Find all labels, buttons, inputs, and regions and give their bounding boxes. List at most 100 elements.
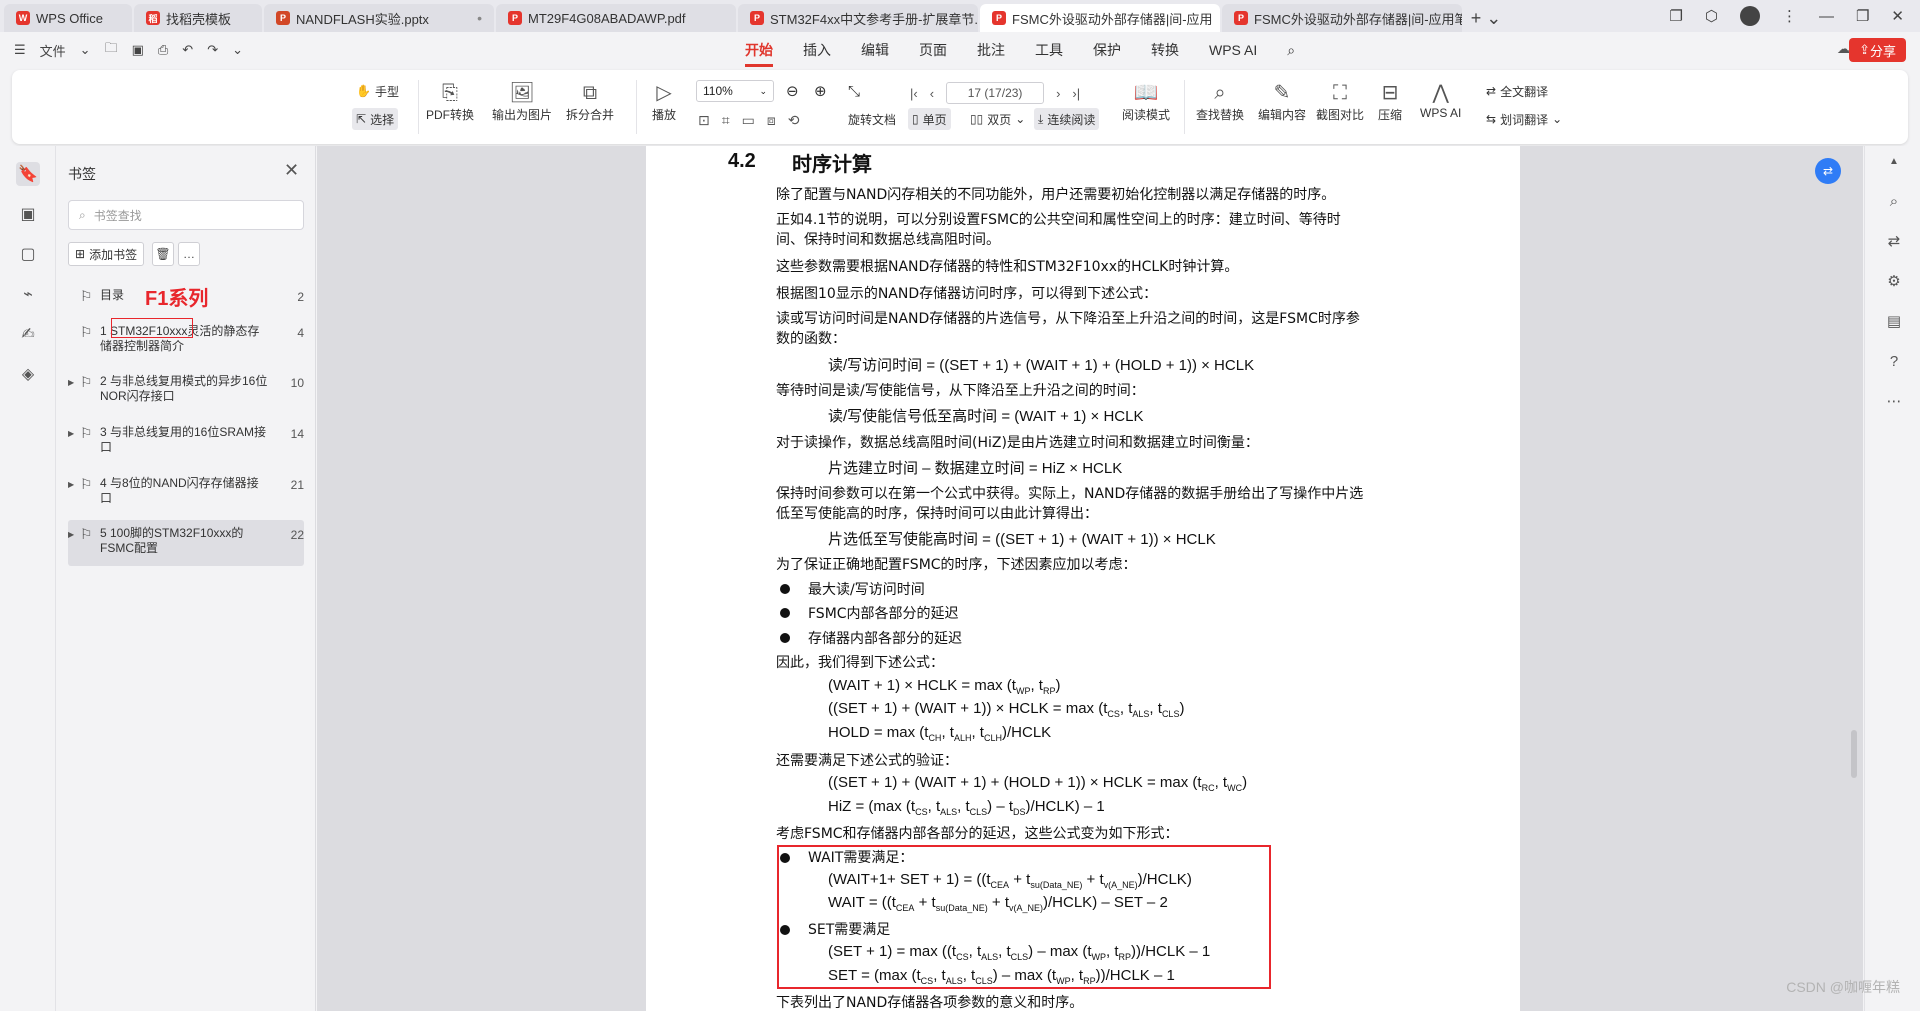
tab-pptx[interactable]: P NANDFLASH实验.pptx • <box>264 4 494 32</box>
tab-wps-ai[interactable]: WPS AI <box>1209 42 1257 58</box>
tab-comment[interactable]: 批注 <box>977 40 1005 60</box>
undo-icon[interactable]: ↶ <box>182 42 193 58</box>
double-page-button[interactable]: ▯▯ 双页 ⌄ <box>966 108 1029 130</box>
continuous-read-button[interactable]: ⤓ 连续阅读 <box>1034 108 1100 130</box>
floating-tool-button[interactable]: ⇄ <box>1815 158 1841 184</box>
hand-tool[interactable]: ✋ 手型 <box>352 80 403 102</box>
last-page-icon[interactable]: ›| <box>1072 86 1080 101</box>
share-button[interactable]: ⇪ 分享 <box>1849 38 1906 62</box>
bookmark-item[interactable]: ▶ ⚐ 4 与8位的NAND闪存存储器接口 21 <box>68 476 304 506</box>
split-icon: ⧉ <box>582 82 598 104</box>
bookmark-search-input[interactable]: ⌕ 书签查找 <box>68 200 304 230</box>
open-folder-icon[interactable]: 🗀 <box>105 39 118 61</box>
more-icon[interactable]: ⋯ <box>1883 390 1905 412</box>
bookmark-item-selected[interactable]: ▶ ⚐ 5 100脚的STM32F10xxx的FSMC配置 22 <box>68 520 304 566</box>
settings-icon[interactable]: ⚙ <box>1883 270 1905 292</box>
wps-ai-button[interactable]: ⋀ WPS AI <box>1420 80 1461 120</box>
word-translate-button[interactable]: ⇆ 划词翻译 ⌄ <box>1482 108 1566 130</box>
tab-start[interactable]: 开始 <box>745 40 773 67</box>
panel-icon[interactable]: ▤ <box>1883 310 1905 332</box>
scrollbar[interactable] <box>1851 730 1857 778</box>
close-icon[interactable]: ✕ <box>284 160 299 181</box>
signature-icon[interactable]: ✍ <box>16 322 40 346</box>
export-image-button[interactable]: 🖼 输出为图片 <box>492 80 552 123</box>
pdf-convert-button[interactable]: ⎘ PDF转换 <box>426 80 474 123</box>
comment-icon[interactable]: ▢ <box>16 242 40 266</box>
hamburger-icon[interactable]: ☰ <box>14 42 26 58</box>
zoom-in-icon[interactable]: ⊕ <box>810 80 831 102</box>
layout-icon[interactable]: ❐ <box>1669 7 1682 25</box>
more-icon[interactable]: … <box>178 242 200 266</box>
play-button[interactable]: ▷ 播放 <box>652 80 676 123</box>
chevron-down-icon[interactable]: ⌄ <box>232 42 243 58</box>
tab-insert[interactable]: 插入 <box>803 40 831 60</box>
box-icon[interactable]: ⬡ <box>1705 7 1718 25</box>
translate-icon[interactable]: ⇄ <box>1883 230 1905 252</box>
expand-arrow-icon[interactable]: ▶ <box>68 476 80 506</box>
help-icon[interactable]: ? <box>1883 350 1905 372</box>
next-page-icon[interactable]: › <box>1056 86 1060 101</box>
tab-wps-office[interactable]: W WPS Office <box>4 4 132 32</box>
find-replace-button[interactable]: ⌕ 查找替换 <box>1196 80 1244 123</box>
read-mode-button[interactable]: 📖 阅读模式 <box>1122 80 1170 123</box>
add-bookmark-button[interactable]: ⊞ 添加书签 <box>68 242 145 266</box>
thumbnail-icon[interactable]: ▣ <box>16 202 40 226</box>
tab-protect[interactable]: 保护 <box>1093 40 1121 60</box>
scroll-up-icon[interactable]: ▲ <box>1883 150 1905 172</box>
cloud-icon[interactable]: ☁ <box>1837 41 1850 57</box>
zoom-select[interactable]: 110% ⌄ <box>696 80 774 102</box>
tab-pdf-fsmc-active[interactable]: PFSMC外设驱动外部存储器|间-应用✕ <box>980 4 1220 32</box>
redo-icon[interactable]: ↷ <box>207 42 218 58</box>
rotate-left-icon[interactable]: ⟲ <box>788 112 800 129</box>
maximize-icon[interactable]: ❐ <box>1856 7 1869 25</box>
avatar[interactable] <box>1739 6 1760 26</box>
bookmark-item[interactable]: ▶ ⚐ 3 与非总线复用的16位SRAM接口 14 <box>68 425 304 455</box>
page-input[interactable]: 17 (17/23) <box>946 82 1045 104</box>
prev-page-icon[interactable]: ‹ <box>930 86 934 101</box>
expand-arrow-icon[interactable]: ▶ <box>68 526 80 566</box>
tab-edit[interactable]: 编辑 <box>861 40 889 60</box>
single-page-button[interactable]: ▯ 单页 <box>908 108 951 130</box>
bookmark-item[interactable]: ▶ ⚐ 2 与非总线复用模式的异步16位NOR闪存接口 10 <box>68 374 304 404</box>
crop-icon[interactable]: ⌗ <box>722 112 730 129</box>
split-merge-button[interactable]: ⧉ 拆分合并 <box>566 80 614 123</box>
tab-pdf-stm32[interactable]: P STM32F4xx中文参考手册-扩展章节.p <box>738 4 978 32</box>
expand-arrow-icon[interactable]: ▶ <box>68 425 80 455</box>
chevron-down-icon[interactable]: ⌄ <box>80 42 91 58</box>
formula: 片选建立时间 – 数据建立时间 = HiZ × HCLK <box>828 460 1123 477</box>
attachment-icon[interactable]: ⌁ <box>16 282 40 306</box>
tab-pdf-mt29[interactable]: P MT29F4G08ABADAWP.pdf <box>496 4 736 32</box>
fit-page-icon[interactable]: ▭ <box>742 112 755 129</box>
tab-pdf-fsmc-2[interactable]: P FSMC外设驱动外部存储器|间-应用笔 <box>1222 4 1462 32</box>
print-icon[interactable]: ⎙ <box>158 42 168 58</box>
search-icon[interactable]: ⌕ <box>1883 190 1905 212</box>
first-page-icon[interactable]: |‹ <box>910 86 918 101</box>
compress-button[interactable]: ⊟ 压缩 <box>1378 80 1402 123</box>
pdf-icon: P <box>1234 11 1248 25</box>
layers-icon[interactable]: ◈ <box>16 362 40 386</box>
file-menu[interactable]: 文件 <box>40 41 66 60</box>
tab-convert[interactable]: 转换 <box>1151 40 1179 60</box>
minimize-icon[interactable]: — <box>1819 8 1834 25</box>
select-tool[interactable]: ⇱ 选择 <box>352 108 399 130</box>
tab-page[interactable]: 页面 <box>919 40 947 60</box>
tab-tools[interactable]: 工具 <box>1035 40 1063 60</box>
delete-icon[interactable]: 🗑 <box>152 242 174 266</box>
save-icon[interactable]: ▣ <box>132 42 144 58</box>
new-tab-button[interactable]: + ⌄ <box>1464 4 1508 32</box>
zoom-out-icon[interactable]: ⊖ <box>782 80 803 102</box>
rotate-doc-button[interactable]: 旋转文档 <box>844 108 900 130</box>
more-icon[interactable]: ⋮ <box>1782 7 1797 25</box>
full-translate-button[interactable]: ⇄ 全文翻译 <box>1482 80 1552 102</box>
edit-content-button[interactable]: ✎ 编辑内容 <box>1258 80 1306 123</box>
expand-arrow-icon[interactable]: ▶ <box>68 374 80 404</box>
fit-width-icon[interactable]: ⧈ <box>767 112 776 129</box>
fit-icon[interactable]: ⤡ <box>844 80 864 102</box>
search-icon[interactable]: ⌕ <box>1287 42 1295 59</box>
bookmark-icon[interactable]: 🔖 <box>16 162 40 186</box>
screenshot-compare-button[interactable]: ⛶ 截图对比 <box>1316 80 1364 123</box>
close-window-icon[interactable]: ✕ <box>1891 7 1904 25</box>
tab-template[interactable]: 稻找稻壳模板 <box>134 4 262 32</box>
close-icon[interactable]: ✕ <box>1219 10 1220 27</box>
actual-size-icon[interactable]: ⊡ <box>698 112 710 129</box>
